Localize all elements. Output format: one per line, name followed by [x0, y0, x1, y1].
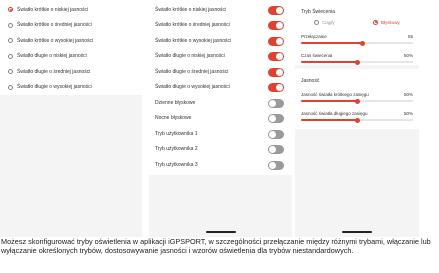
option-label: Światło krótkie o średniej jasności: [17, 22, 92, 29]
custom-mode-screen: Tryb Świecenia Ciągły Błyskowy Przełącza…: [295, 0, 419, 237]
slider-fill: [301, 100, 357, 102]
mode-toggle-row: Światło długie o niskiej jasności: [149, 49, 292, 65]
mode-label: Światło krótkie o niskiej jasności: [155, 6, 227, 13]
high-beam-brightness-slider: Jasność światła długiego zasięgu 50%: [295, 106, 419, 125]
mode-option-flash[interactable]: Błyskowy: [373, 19, 400, 25]
mode-toggle[interactable]: [268, 129, 284, 139]
radio-icon: [8, 84, 13, 90]
mode-toggle-list: Światło krótkie o niskiej jasności Świat…: [149, 0, 292, 175]
option-label: Światło długie o wysokiej jasności: [17, 84, 92, 91]
light-mode-option[interactable]: Światło krótkie o średniej jasności: [0, 18, 142, 34]
slider-fill: [301, 61, 357, 63]
radio-icon: [8, 38, 13, 44]
home-indicator: [205, 231, 236, 233]
option-label: Światło krótkie o niskiej jasności: [17, 6, 89, 13]
mode-toggle-row: Światło krótkie o średniej jasności: [149, 18, 292, 34]
mode-toggle[interactable]: [268, 114, 284, 123]
slider-thumb[interactable]: [354, 59, 360, 65]
mode-toggle[interactable]: [268, 98, 284, 108]
radio-icon: [8, 69, 13, 75]
slider-label: Przełączanie: [301, 34, 327, 39]
mode-label: Tryb użytkownika 2: [155, 146, 198, 153]
mode-toggle-row: Tryb użytkownika 1: [149, 126, 292, 142]
low-beam-brightness-slider: Jasność światła krótkiego zasięgu 50%: [295, 84, 419, 106]
slider-label: Jasność światła krótkiego zasięgu: [301, 92, 369, 97]
slider-track[interactable]: [301, 40, 413, 46]
slider-thumb[interactable]: [360, 40, 366, 46]
slider-thumb[interactable]: [354, 117, 360, 123]
slider-value: 50%: [403, 111, 413, 116]
mode-label: Tryb użytkownika 3: [155, 161, 198, 168]
light-mode-list: Światło krótkie o niskiej jasności Świat…: [0, 0, 142, 95]
brightness-card: Jasność Jasność światła krótkiego zasięg…: [295, 69, 419, 129]
light-mode-select-screen: Światło krótkie o niskiej jasności Świat…: [0, 0, 142, 237]
mode-label: Światło długie o średniej jasności: [155, 68, 229, 75]
mode-toggle-row: Tryb użytkownika 2: [149, 142, 292, 158]
mode-toggle[interactable]: [268, 145, 284, 154]
light-mode-option[interactable]: Światło krótkie o niskiej jasności: [0, 2, 142, 18]
slider-value: 55: [407, 34, 413, 39]
mode-label: Dzienne błyskowe: [155, 99, 196, 106]
switching-slider: Przełączanie 55: [295, 29, 419, 48]
mode-option-label: Ciągły: [322, 19, 335, 25]
mode-toggle[interactable]: [268, 21, 284, 30]
slider-value: 50%: [403, 53, 413, 58]
mode-option-label: Błyskowy: [381, 19, 400, 25]
mode-toggle[interactable]: [268, 83, 284, 92]
mode-toggle-row: Dzienne błyskowe: [149, 95, 292, 111]
slider-label: Czas świecenia: [301, 53, 333, 58]
slider-track[interactable]: [301, 59, 413, 65]
radio-icon: [8, 7, 13, 13]
mode-toggle-row: Nocne błyskowe: [149, 111, 292, 127]
light-mode-option[interactable]: Światło długie o średniej jasności: [0, 64, 142, 80]
mode-toggle[interactable]: [268, 52, 284, 61]
mode-radio-group: Ciągły Błyskowy: [295, 15, 419, 29]
slider-value: 50%: [403, 92, 413, 97]
mode-label: Tryb użytkownika 1: [155, 130, 198, 137]
mode-label: Nocne błyskowe: [155, 115, 192, 122]
mode-label: Światło długie o niskiej jasności: [155, 53, 225, 60]
mode-toggle-row: Tryb użytkownika 3: [149, 157, 292, 173]
slider-thumb[interactable]: [354, 98, 360, 104]
mode-toggle[interactable]: [268, 5, 284, 15]
slider-label: Jasność światła długiego zasięgu: [301, 111, 368, 116]
slider-track[interactable]: [301, 117, 413, 123]
brightness-title: Jasność: [301, 78, 320, 84]
mode-toggle-row: Światło długie o średniej jasności: [149, 64, 292, 80]
mode-toggle-screen: Światło krótkie o niskiej jasności Świat…: [149, 0, 292, 237]
on-time-slider: Czas świecenia 50%: [295, 48, 419, 67]
caption-text: Możesz skonfigurować tryby oświetlenia w…: [1, 237, 431, 255]
light-mode-option[interactable]: Światło krótkie o wysokiej jasności: [0, 33, 142, 49]
mode-toggle[interactable]: [268, 160, 284, 170]
slider-fill: [301, 42, 363, 44]
mode-toggle-row: Światło krótkie o niskiej jasności: [149, 2, 292, 18]
option-label: Światło długie o niskiej jasności: [17, 53, 87, 60]
mode-toggle-row: Światło krótkie o wysokiej jasności: [149, 33, 292, 49]
mode-label: Światło krótkie o wysokiej jasności: [155, 37, 232, 44]
radio-icon: [314, 19, 320, 25]
radio-icon: [373, 19, 379, 25]
mode-option-steady[interactable]: Ciągły: [314, 19, 335, 25]
light-mode-option[interactable]: Światło długie o niskiej jasności: [0, 49, 142, 65]
mode-label: Światło długie o wysokiej jasności: [155, 84, 230, 91]
mode-toggle-row: Światło długie o wysokiej jasności: [149, 80, 292, 96]
radio-icon: [8, 53, 13, 59]
mode-toggle[interactable]: [268, 67, 284, 77]
option-label: Światło krótkie o wysokiej jasności: [17, 37, 94, 44]
slider-track[interactable]: [301, 98, 413, 104]
light-mode-option[interactable]: Światło długie o wysokiej jasności: [0, 80, 142, 96]
mode-title: Tryb Świecenia: [301, 9, 335, 15]
slider-fill: [301, 119, 357, 121]
mode-label: Światło krótkie o średniej jasności: [155, 22, 230, 29]
mode-toggle[interactable]: [268, 36, 284, 46]
home-indicator: [342, 231, 372, 233]
lighting-mode-card: Tryb Świecenia Ciągły Błyskowy Przełącza…: [295, 0, 419, 65]
option-label: Światło długie o średniej jasności: [17, 68, 91, 75]
radio-icon: [8, 22, 13, 28]
